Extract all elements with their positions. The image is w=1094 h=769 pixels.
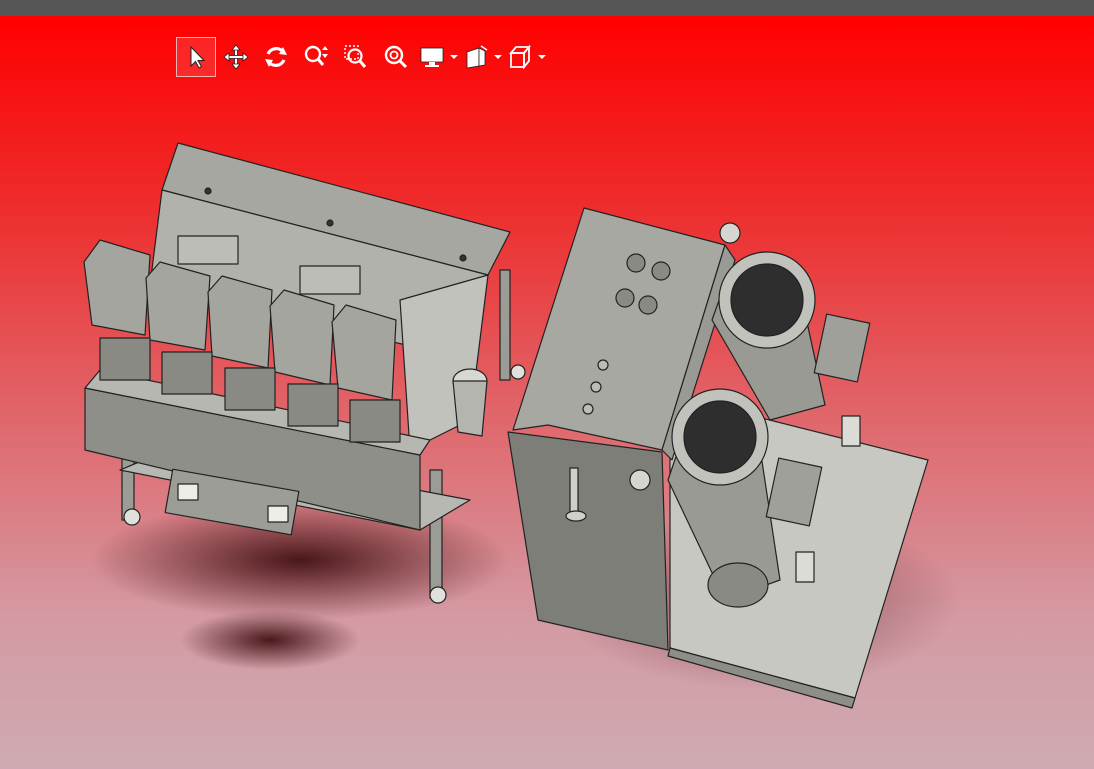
valve-block	[207, 275, 273, 369]
section-view-dropdown[interactable]	[492, 37, 504, 77]
model-scene[interactable]	[0, 16, 1094, 769]
mounting-hole	[459, 254, 467, 262]
display-mode-dropdown[interactable]	[448, 37, 460, 77]
mounting-hole	[204, 187, 212, 195]
filler-cap	[719, 222, 741, 244]
connector	[177, 483, 199, 501]
view-orientation-button[interactable]	[504, 37, 536, 77]
tank-port	[638, 295, 658, 315]
window-title-bar	[0, 0, 1094, 16]
display-mode-button[interactable]	[416, 37, 448, 77]
frame-leg	[429, 469, 443, 599]
tank-port	[626, 253, 646, 273]
tank-port	[590, 381, 602, 393]
tank-front	[507, 431, 669, 651]
valve-base	[99, 337, 151, 381]
frame-shadow	[90, 500, 510, 620]
connector	[267, 505, 289, 523]
rotate-icon	[265, 46, 287, 67]
chevron-down-icon	[494, 54, 502, 59]
view-orientation-dropdown[interactable]	[536, 37, 548, 77]
outlet-pipe	[452, 380, 488, 437]
pump	[707, 562, 769, 608]
select-tool-button[interactable]	[176, 36, 216, 77]
motor-terminal-box	[813, 313, 871, 383]
pan-tool-button[interactable]	[216, 37, 256, 77]
view-toolbar	[176, 36, 548, 77]
section-view-icon	[466, 44, 488, 68]
zoom-box-icon	[344, 44, 367, 68]
section-view-button[interactable]	[460, 37, 492, 77]
valve-base	[224, 367, 276, 411]
frame-foot	[510, 364, 526, 380]
valve-base	[349, 399, 401, 443]
tank-port	[651, 261, 671, 281]
solenoid-valve	[177, 235, 239, 265]
monitor-icon	[420, 47, 444, 67]
zoom-box-tool-button[interactable]	[336, 37, 376, 77]
zoom-in-out-icon	[304, 45, 328, 66]
level-gauge-foot	[565, 510, 587, 522]
valve-block	[269, 289, 335, 386]
valve-block	[145, 261, 211, 351]
chevron-down-icon	[450, 54, 458, 59]
3d-viewport[interactable]	[0, 16, 1094, 769]
chevron-down-icon	[538, 54, 546, 59]
motor-fan-cover-inner	[730, 263, 804, 337]
mounting-hole	[326, 219, 334, 227]
rotate-tool-button[interactable]	[256, 37, 296, 77]
select-arrow-icon	[190, 45, 206, 69]
hydraulic-power-unit[interactable]	[507, 207, 929, 709]
valve-block	[331, 304, 397, 401]
frame-foot	[429, 586, 447, 604]
tank-port	[615, 288, 635, 308]
level-gauge	[569, 467, 579, 513]
solenoid-valve	[299, 265, 361, 295]
valve-base	[161, 351, 213, 395]
move-arrows-icon	[223, 43, 249, 70]
motor-fan-cover-inner	[683, 400, 757, 474]
zoom-fit-icon	[384, 45, 408, 68]
frame-leg	[499, 269, 511, 381]
frame-shadow-2	[180, 610, 360, 670]
fitting	[841, 415, 861, 447]
tank-port	[597, 359, 609, 371]
filler-cap	[629, 469, 651, 491]
tank-port	[582, 403, 594, 415]
zoom-tool-button[interactable]	[296, 37, 336, 77]
cube-view-icon	[509, 44, 531, 69]
valve-base	[287, 383, 339, 427]
zoom-fit-tool-button[interactable]	[376, 37, 416, 77]
fitting	[795, 551, 815, 583]
valve-block	[83, 239, 151, 336]
frame-foot	[123, 508, 141, 526]
